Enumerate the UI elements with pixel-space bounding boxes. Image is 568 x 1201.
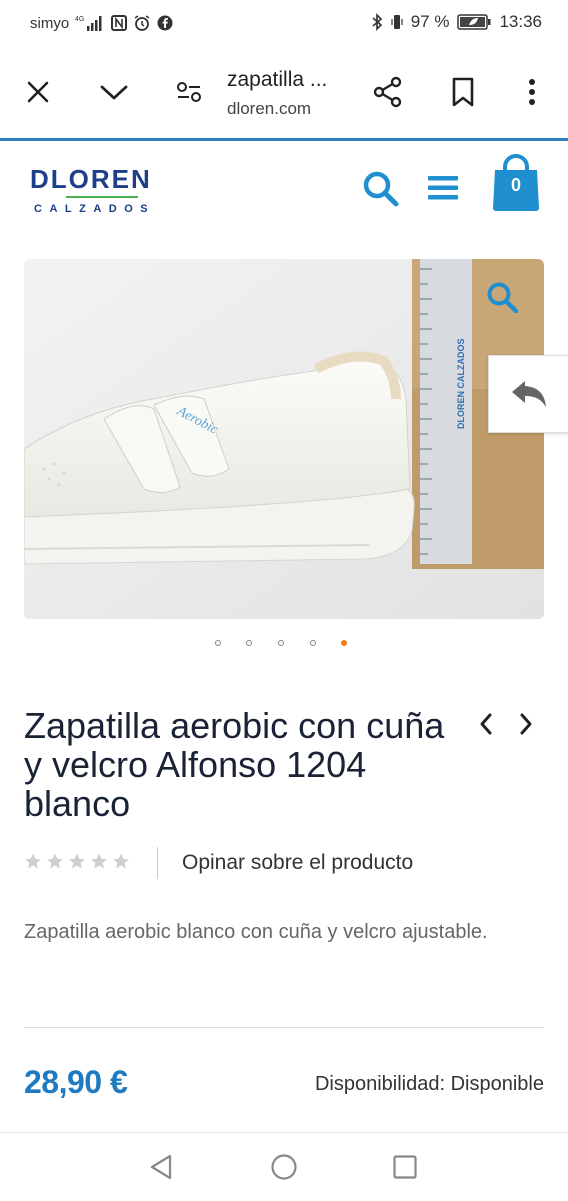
battery-percent: 97 %	[410, 12, 450, 31]
site-menu-button[interactable]	[426, 173, 460, 208]
chevron-down-icon	[100, 85, 128, 100]
chevron-left-icon	[480, 713, 492, 735]
star-icon	[113, 853, 129, 869]
product-photo: DLOREN CALZADOS Aerobic	[24, 259, 544, 619]
battery-icon	[457, 14, 491, 30]
browser-toolbar: zapatilla ... dloren.com	[0, 48, 568, 141]
alarm-icon	[133, 14, 151, 32]
page-url[interactable]: dloren.com	[227, 99, 311, 119]
star-icon	[25, 853, 41, 869]
search-icon	[363, 171, 399, 207]
product-image[interactable]: DLOREN CALZADOS Aerobic	[24, 259, 544, 619]
clock: 13:36	[499, 12, 542, 31]
product-title: Zapatilla aerobic con cuña y velcro Alfo…	[24, 705, 445, 824]
square-recents-icon	[393, 1155, 417, 1179]
bluetooth-icon	[371, 13, 383, 31]
back-floating-button[interactable]	[488, 355, 568, 433]
triangle-back-icon	[150, 1154, 172, 1180]
svg-text:4G: 4G	[75, 16, 84, 23]
share-button[interactable]	[366, 70, 410, 114]
page-title[interactable]: zapatilla ...	[227, 68, 327, 92]
ruler-label: DLOREN CALZADOS	[456, 339, 466, 430]
carousel-dot[interactable]	[215, 640, 221, 646]
overflow-menu-button[interactable]	[510, 70, 554, 114]
facebook-icon	[157, 15, 173, 31]
carousel-dot[interactable]	[246, 640, 252, 646]
product-nav	[474, 708, 544, 742]
circle-home-icon	[271, 1154, 297, 1180]
write-review-link[interactable]: Opinar sobre el producto	[182, 851, 413, 875]
section-divider	[24, 1027, 544, 1028]
rating-divider	[157, 847, 158, 879]
signal-icon: 4G	[75, 14, 105, 32]
availability-status: Disponibilidad: Disponible	[314, 1073, 544, 1095]
vibrate-icon	[391, 13, 403, 31]
carousel-dot[interactable]	[310, 640, 316, 646]
carousel-dot[interactable]	[278, 640, 284, 646]
close-icon	[27, 81, 49, 103]
carrier-label: simyo	[30, 14, 70, 32]
bookmark-button[interactable]	[441, 70, 485, 114]
share-icon	[373, 76, 402, 108]
system-nav-bar	[0, 1132, 568, 1201]
cart-count: 0	[510, 175, 521, 195]
chevron-right-icon	[520, 713, 532, 735]
site-search-button[interactable]	[362, 170, 400, 213]
status-left: simyo 4G	[30, 14, 173, 32]
site-logo-sub[interactable]: CALZADOS	[34, 203, 155, 215]
next-product-button[interactable]	[518, 712, 534, 741]
nfc-icon	[111, 15, 128, 31]
more-vert-icon	[529, 79, 535, 105]
nav-back-button[interactable]	[148, 1153, 174, 1186]
prev-product-button[interactable]	[478, 712, 494, 741]
nav-recents-button[interactable]	[392, 1154, 418, 1185]
rating-stars[interactable]	[24, 852, 130, 870]
status-bar: simyo 4G 97 % 13:36	[0, 0, 568, 48]
product-description: Zapatilla aerobic blanco con cuña y velc…	[24, 921, 488, 943]
zoom-icon	[487, 282, 519, 314]
star-icon	[47, 853, 63, 869]
close-tab-button[interactable]	[16, 70, 60, 114]
star-icon	[69, 853, 85, 869]
site-logo-main[interactable]: DLOREN	[30, 164, 152, 195]
logo-underline	[66, 196, 138, 198]
hamburger-icon	[428, 176, 458, 200]
star-icon	[91, 853, 107, 869]
nav-home-button[interactable]	[270, 1153, 298, 1186]
reply-icon	[512, 381, 546, 407]
minimize-button[interactable]	[92, 70, 136, 114]
carousel-dots	[0, 637, 568, 651]
zoom-button[interactable]	[486, 281, 520, 320]
status-right: 97 % 13:36	[371, 12, 542, 32]
product-price: 28,90 €	[24, 1064, 128, 1100]
tune-icon	[177, 82, 201, 102]
carousel-dot-active[interactable]	[341, 640, 347, 646]
bookmark-icon	[452, 77, 474, 107]
page-info-button[interactable]	[167, 70, 211, 114]
